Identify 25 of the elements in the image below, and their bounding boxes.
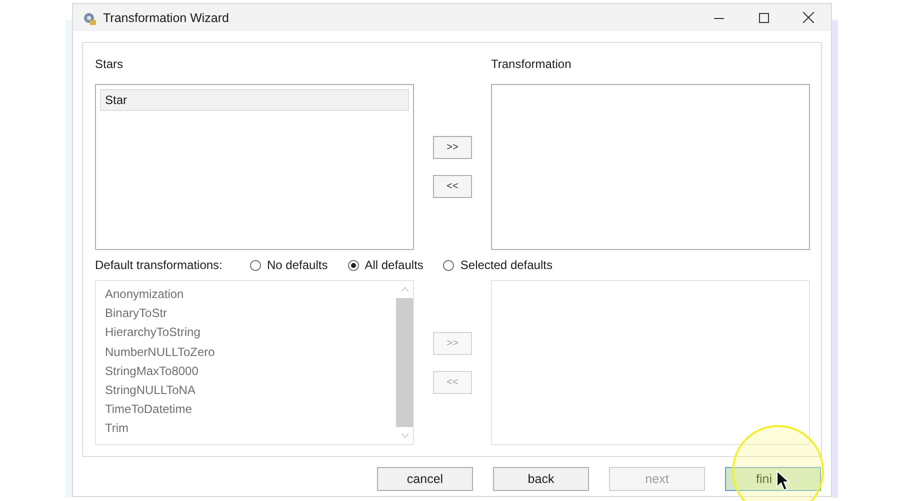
window-title: Transformation Wizard: [103, 10, 229, 24]
radio-option[interactable]: Selected defaults: [443, 258, 552, 272]
list-item[interactable]: HierarchyToString: [105, 325, 396, 345]
move-button[interactable]: >>: [433, 136, 472, 159]
stars-label: Stars: [95, 56, 124, 73]
list-item[interactable]: BinaryToStr: [105, 306, 396, 326]
list-item[interactable]: Anonymization: [105, 287, 396, 306]
cursor-icon: [776, 470, 790, 492]
scroll-up-icon: [400, 287, 408, 292]
radio-option[interactable]: All defaults: [348, 258, 424, 272]
list-item[interactable]: StringMaxTo8000: [105, 364, 396, 383]
maximize-icon: [758, 12, 768, 22]
defaults-label: Default transformations:: [95, 258, 224, 272]
close-icon: [803, 12, 814, 23]
list-item[interactable]: TimeToDatetime: [105, 402, 396, 422]
list-item[interactable]: NumberNULLToZero: [105, 344, 396, 364]
list-item[interactable]: StringNULLToNA: [105, 382, 396, 402]
transformation-label: Transformation: [491, 56, 572, 73]
list-item[interactable]: Star: [100, 89, 409, 111]
wizard-button[interactable]: cancel: [377, 466, 473, 490]
wizard-button[interactable]: back: [493, 466, 589, 490]
scroll-down-icon: [400, 433, 408, 438]
move-button[interactable]: <<: [433, 175, 472, 198]
list-item[interactable]: Trim: [105, 421, 396, 440]
radio-option[interactable]: No defaults: [250, 258, 328, 272]
